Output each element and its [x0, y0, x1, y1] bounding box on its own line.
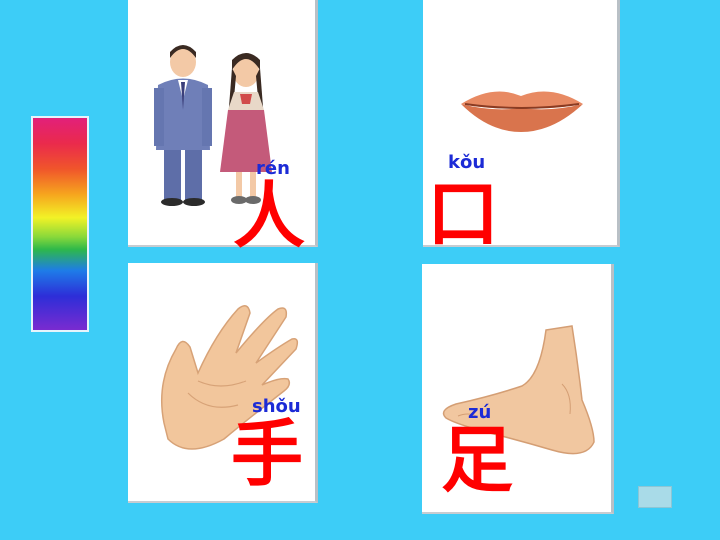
hanzi-kou: 口: [426, 172, 499, 256]
next-slide-button[interactable]: [638, 486, 672, 508]
hanzi-ren: 人: [232, 174, 305, 258]
pinyin-kou: kǒu: [448, 152, 486, 173]
rainbow-bar-icon: [31, 116, 89, 332]
hanzi-shou: 手: [230, 412, 303, 496]
hanzi-zu: 足: [440, 418, 513, 502]
